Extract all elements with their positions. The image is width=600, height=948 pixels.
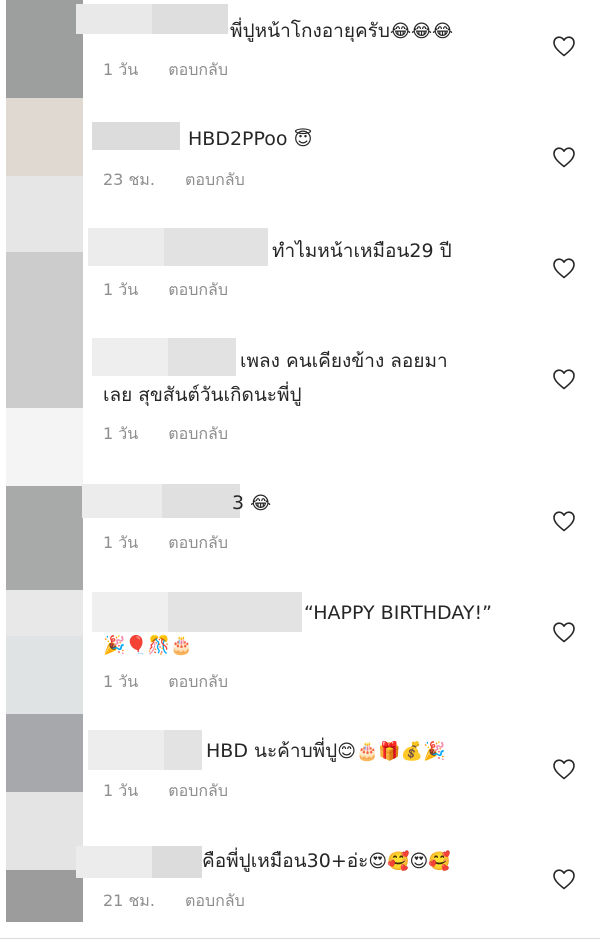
heart-icon[interactable] <box>552 35 576 57</box>
heart-eyes-emoji-icon: 😍🥰😍🥰 <box>368 851 451 872</box>
avatar-blur <box>6 98 83 176</box>
comment-time: 1 วัน <box>103 424 139 443</box>
heart-icon[interactable] <box>552 146 576 168</box>
blurred-avatar-strip <box>0 0 84 948</box>
username-blur <box>76 4 228 34</box>
username-blur <box>82 484 240 518</box>
reply-button[interactable]: ตอบกลับ <box>168 670 228 695</box>
avatar-blur <box>6 636 83 714</box>
username-blur <box>92 592 302 632</box>
avatar-blur <box>6 792 83 870</box>
comment-time: 1 วัน <box>103 672 139 691</box>
comment-time: 1 วัน <box>103 60 139 79</box>
reply-button[interactable]: ตอบกลับ <box>168 531 228 556</box>
comment-meta: 21 ชม. ตอบกลับ <box>103 889 245 914</box>
comment-meta: 1 วัน ตอบกลับ <box>103 779 228 804</box>
comment-time: 1 วัน <box>103 781 139 800</box>
comment-text-line2: เลย สุขสันต์วันเกิดนะพี่ปู <box>103 384 302 406</box>
comment-time: 1 วัน <box>103 533 139 552</box>
reply-button[interactable]: ตอบกลับ <box>168 278 228 303</box>
divider <box>0 938 600 939</box>
comment-meta: 23 ชม. ตอบกลับ <box>103 168 245 193</box>
angel-emoji-icon: 😇 <box>293 129 313 150</box>
username-blur <box>92 338 236 376</box>
avatar-blur <box>6 0 83 98</box>
comment-text: เพลง คนเคียงข้าง ลอยมา <box>240 350 448 372</box>
avatar-blur <box>6 408 83 486</box>
reply-button[interactable]: ตอบกลับ <box>168 58 228 83</box>
avatar-blur <box>6 590 83 636</box>
reply-button[interactable]: ตอบกลับ <box>185 889 245 914</box>
party-emoji-icon: 🎉🎈🎊🎂 <box>103 635 193 656</box>
username-blur <box>92 122 180 150</box>
heart-icon[interactable] <box>552 368 576 390</box>
avatar-blur <box>6 870 83 922</box>
comment-text: 3 😂 <box>232 492 272 514</box>
comment-time: 21 ชม. <box>103 891 155 910</box>
heart-icon[interactable] <box>552 758 576 780</box>
heart-icon[interactable] <box>552 868 576 890</box>
comment-meta: 1 วัน ตอบกลับ <box>103 422 228 447</box>
comment-meta: 1 วัน ตอบกลับ <box>103 58 228 83</box>
heart-icon[interactable] <box>552 257 576 279</box>
comment-time: 23 ชม. <box>103 170 155 189</box>
comment-time: 1 วัน <box>103 280 139 299</box>
avatar-blur <box>6 486 83 590</box>
comment-meta: 1 วัน ตอบกลับ <box>103 670 228 695</box>
reply-button[interactable]: ตอบกลับ <box>185 168 245 193</box>
comment-text: ทำไมหน้าเหมือน29 ปี <box>272 240 452 262</box>
heart-icon[interactable] <box>552 621 576 643</box>
username-blur <box>76 846 202 878</box>
comment-text: HBD นะค้าบพี่ปู😊🎂🎁💰🎉 <box>206 740 446 762</box>
comment-meta: 1 วัน ตอบกลับ <box>103 278 228 303</box>
comment-emoji-line: 🎉🎈🎊🎂 <box>103 628 193 663</box>
comment-meta: 1 วัน ตอบกลับ <box>103 531 228 556</box>
laughing-emoji-icon: 😂😂😂 <box>389 21 454 42</box>
laughing-emoji-icon: 😂 <box>250 493 272 514</box>
comment-text: “HAPPY BIRTHDAY!” <box>304 602 492 624</box>
reply-button[interactable]: ตอบกลับ <box>168 422 228 447</box>
birthday-emoji-icon: 😊🎂🎁💰🎉 <box>337 741 446 762</box>
comment-text: HBD2PPoo 😇 <box>188 128 313 150</box>
username-blur <box>88 228 268 266</box>
avatar-blur <box>6 176 83 252</box>
reply-button[interactable]: ตอบกลับ <box>168 779 228 804</box>
avatar-blur <box>6 714 83 792</box>
avatar-blur <box>6 252 83 408</box>
username-blur <box>88 730 202 770</box>
comment-text: พี่ปูหน้าโกงอายุครับ😂😂😂 <box>230 20 454 42</box>
heart-icon[interactable] <box>552 510 576 532</box>
comment-text: คือพี่ปูเหมือน30+อ่ะ😍🥰😍🥰 <box>202 850 451 872</box>
